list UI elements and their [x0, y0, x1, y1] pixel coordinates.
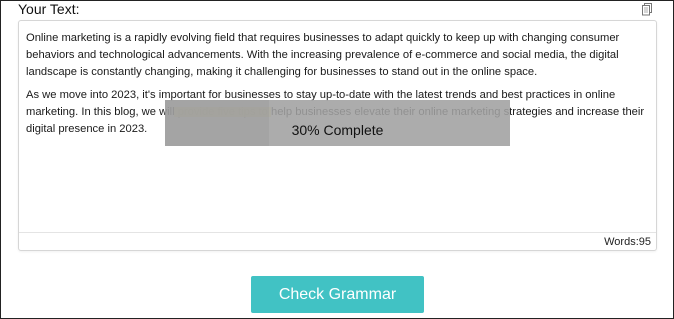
- word-count-label: Words:: [604, 236, 639, 248]
- card-divider: [19, 232, 656, 233]
- text-paragraph-1: Online marketing is a rapidly evolving f…: [26, 32, 620, 78]
- grammar-checker-panel: Your Text: Online marketing is a rapidly…: [0, 0, 674, 319]
- word-count: Words:95: [604, 235, 651, 249]
- progress-overlay: 30% Complete: [165, 100, 510, 146]
- word-count-value: 95: [638, 236, 651, 248]
- check-grammar-button[interactable]: Check Grammar: [251, 276, 424, 313]
- your-text-label: Your Text:: [18, 1, 80, 17]
- progress-text: 30% Complete: [291, 122, 384, 138]
- copy-icon[interactable]: [641, 3, 653, 16]
